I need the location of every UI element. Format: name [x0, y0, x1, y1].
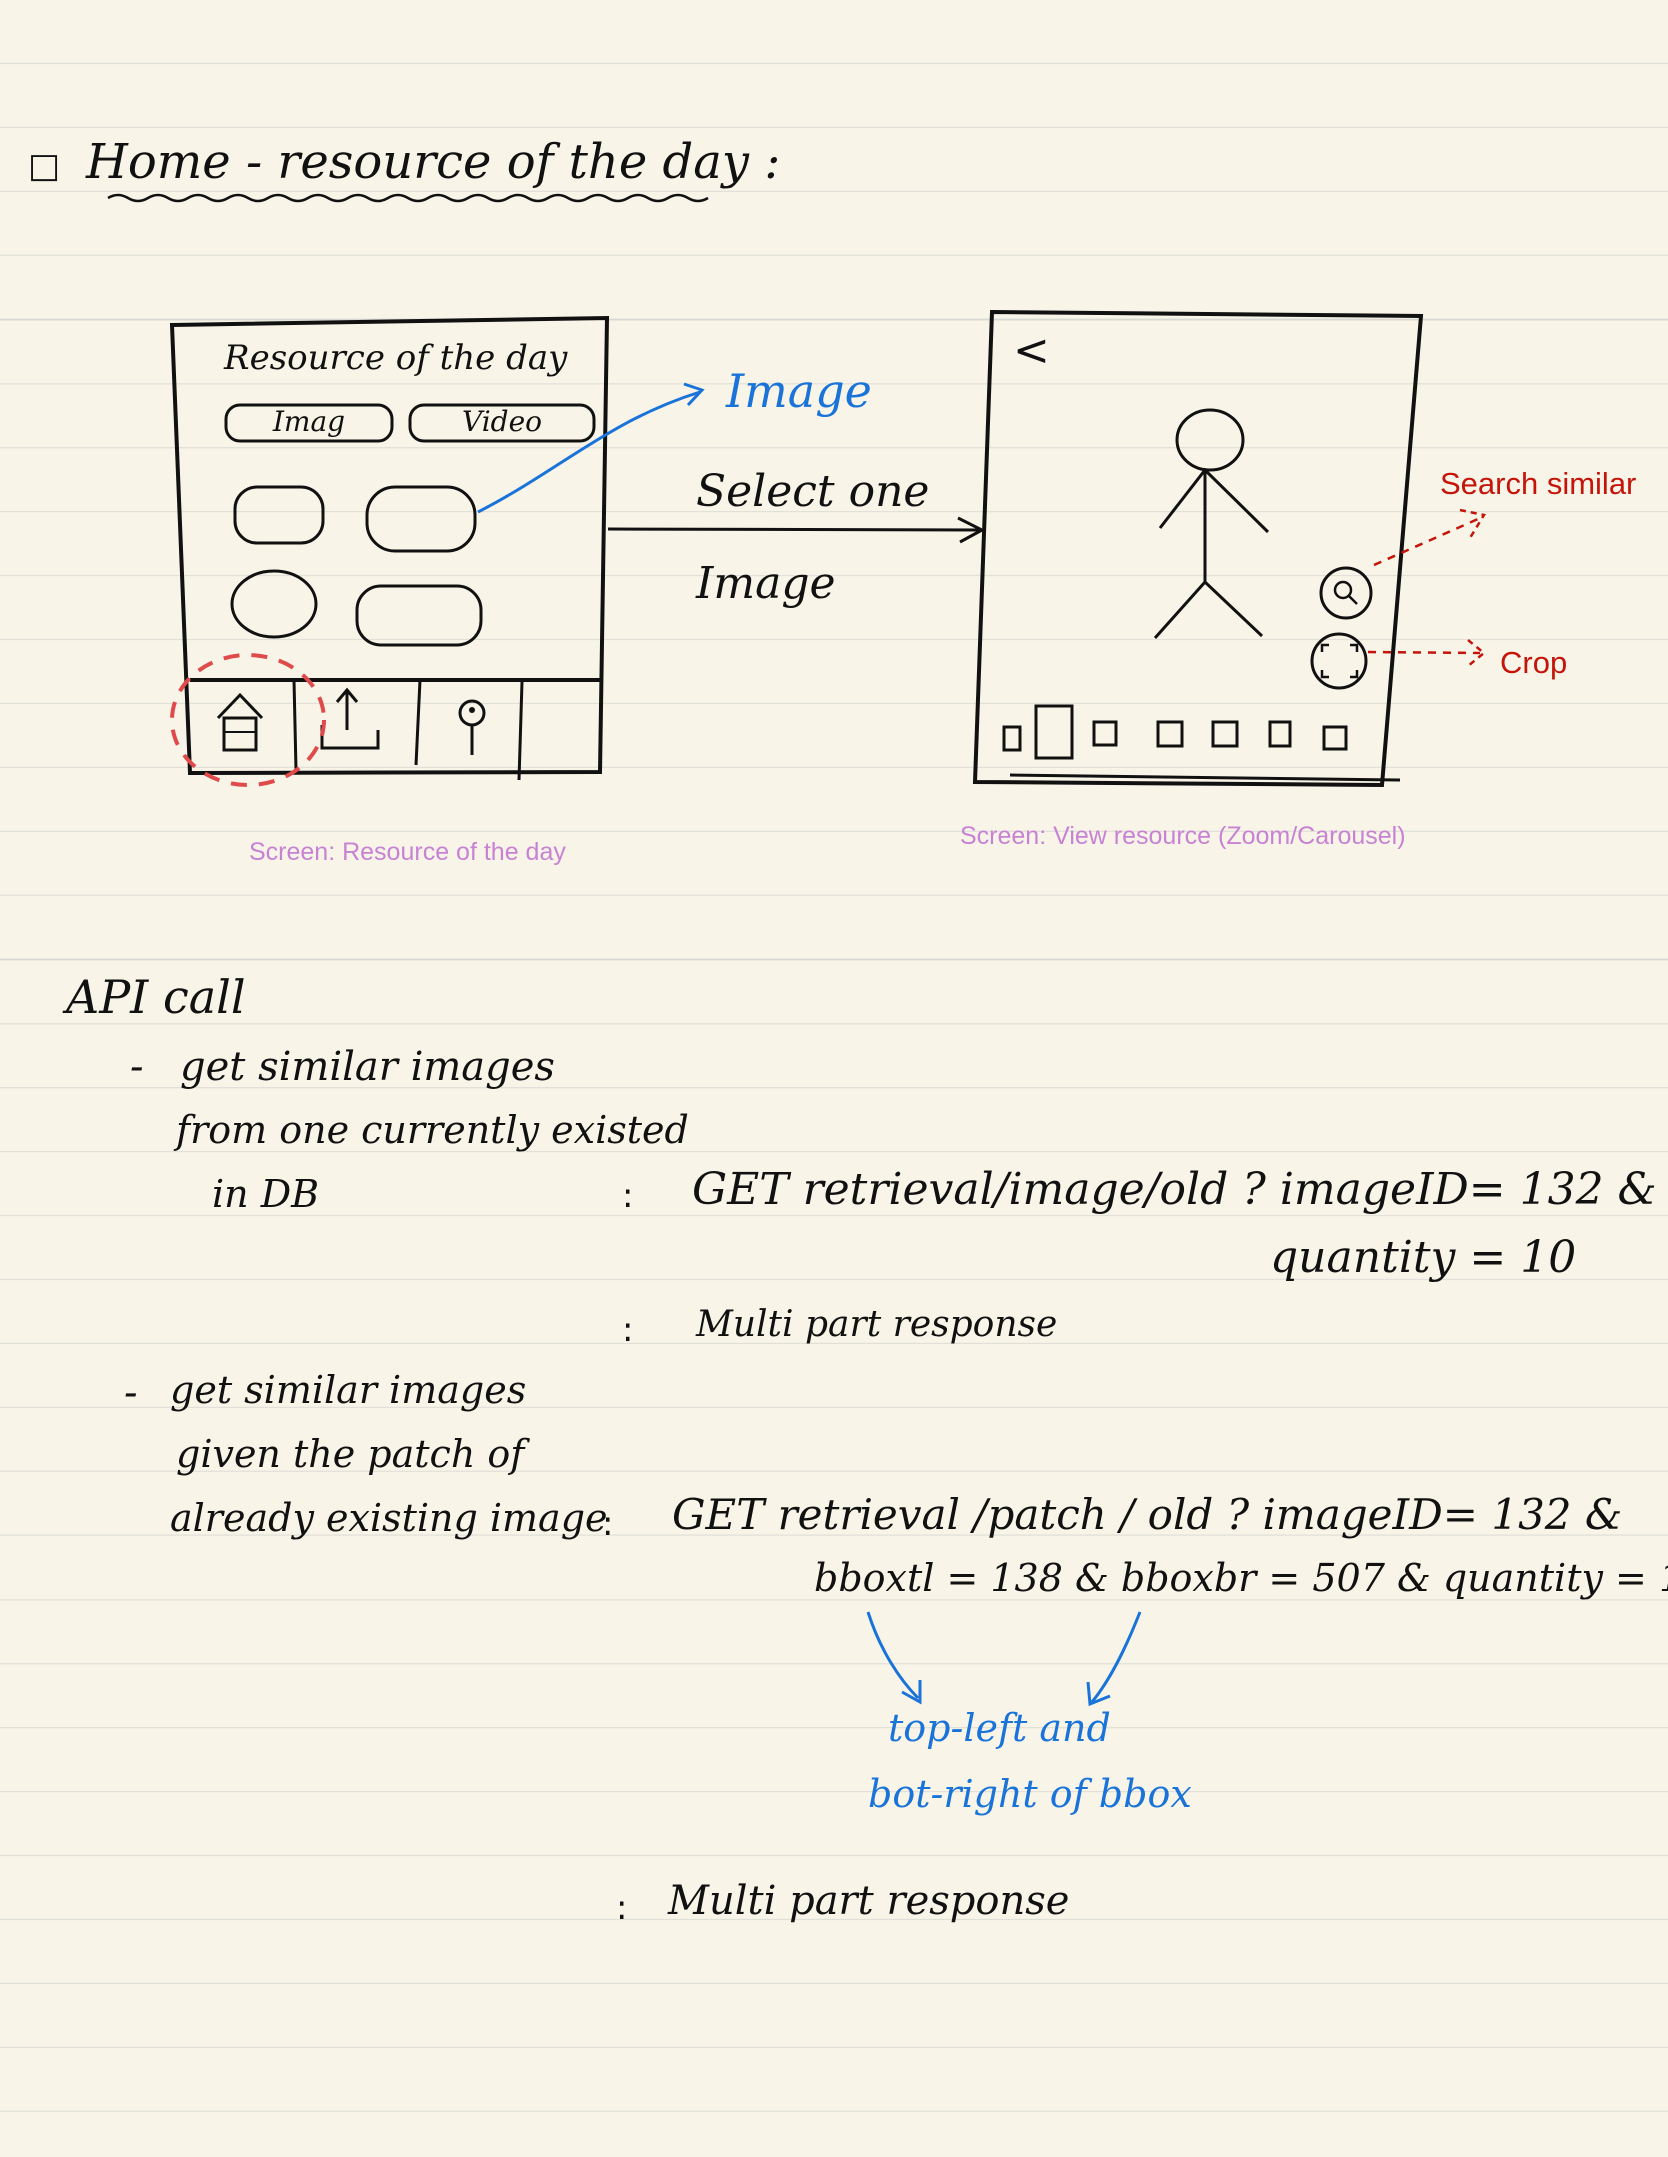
nav-divider-3	[517, 681, 524, 781]
api2-sep: :	[602, 1504, 614, 1544]
carousel-thumbs	[1002, 704, 1348, 760]
title-underline	[107, 193, 709, 203]
tab-image-label[interactable]: Imag	[226, 405, 392, 438]
action-line-2: Image	[696, 558, 836, 609]
api2-request-2: bboxtl = 138 & bboxbr = 507 & quantity =…	[814, 1556, 1668, 1600]
back-button[interactable]: <	[1013, 325, 1050, 376]
upload-icon	[320, 687, 380, 750]
action-line-1: Select one	[696, 466, 930, 517]
api-title: API call	[66, 970, 246, 1024]
api1-bullet: -	[130, 1044, 144, 1090]
phone2-caption: Screen: View resource (Zoom/Carousel)	[960, 822, 1406, 850]
api1-response: Multi part response	[696, 1304, 1058, 1345]
api1-desc-1: get similar images	[180, 1044, 555, 1090]
search-annotation-arrow	[1373, 517, 1479, 567]
page-heading: Home - resource of the day :	[86, 134, 781, 190]
search-similar-icon	[1319, 566, 1373, 620]
tab-video-label[interactable]: Video	[410, 405, 594, 438]
nav-divider-1	[292, 679, 298, 771]
thumb-2	[365, 485, 477, 553]
phone1-title: Resource of the day	[224, 338, 568, 378]
image-label: Image	[726, 364, 872, 418]
api1-desc-3: in DB	[212, 1172, 320, 1216]
crop-icon	[1310, 632, 1368, 690]
api2-bullet: -	[124, 1370, 138, 1416]
api1-response-sep: :	[622, 1310, 634, 1350]
api2-desc-1: get similar images	[170, 1368, 527, 1412]
phone1-caption: Screen: Resource of the day	[249, 838, 566, 866]
crop-annotation-arrow	[1367, 650, 1481, 655]
thumb-3	[230, 569, 318, 639]
stick-figure	[1153, 408, 1270, 639]
api1-request-2: quantity = 10	[1270, 1232, 1577, 1283]
api2-response-sep: :	[616, 1888, 628, 1928]
api2-response: Multi part response	[668, 1878, 1070, 1924]
api2-request-1: GET retrieval /patch / old ? imageID= 13…	[672, 1490, 1623, 1539]
api2-desc-3: already existing image	[170, 1496, 608, 1540]
flow-arrow-line	[607, 527, 981, 532]
phone2-bottom-line	[1009, 773, 1401, 782]
note-arrow-left	[866, 1611, 920, 1700]
search-similar-label: Search similar	[1440, 466, 1637, 501]
api1-desc-2: from one currently existed	[176, 1108, 689, 1152]
api2-desc-2: given the patch of	[176, 1432, 525, 1476]
thumb-4	[355, 584, 483, 647]
home-icon	[216, 692, 264, 752]
crop-label: Crop	[1500, 645, 1568, 680]
api1-sep: :	[622, 1176, 634, 1216]
pin-icon	[458, 699, 486, 755]
bbox-note-1: top-left and	[888, 1706, 1111, 1750]
section-checkbox[interactable]: □	[28, 146, 60, 186]
bbox-note-2: bot-right of bbox	[868, 1772, 1192, 1816]
phone2-frame	[972, 309, 1424, 788]
home-highlight-circle	[170, 653, 326, 787]
nav-divider-2	[414, 679, 422, 766]
thumb-1	[233, 485, 325, 545]
phone1-frame	[169, 315, 610, 776]
note-arrow-right	[1090, 1611, 1142, 1703]
api1-request-1: GET retrieval/image/old ? imageID= 132 &	[692, 1164, 1657, 1215]
